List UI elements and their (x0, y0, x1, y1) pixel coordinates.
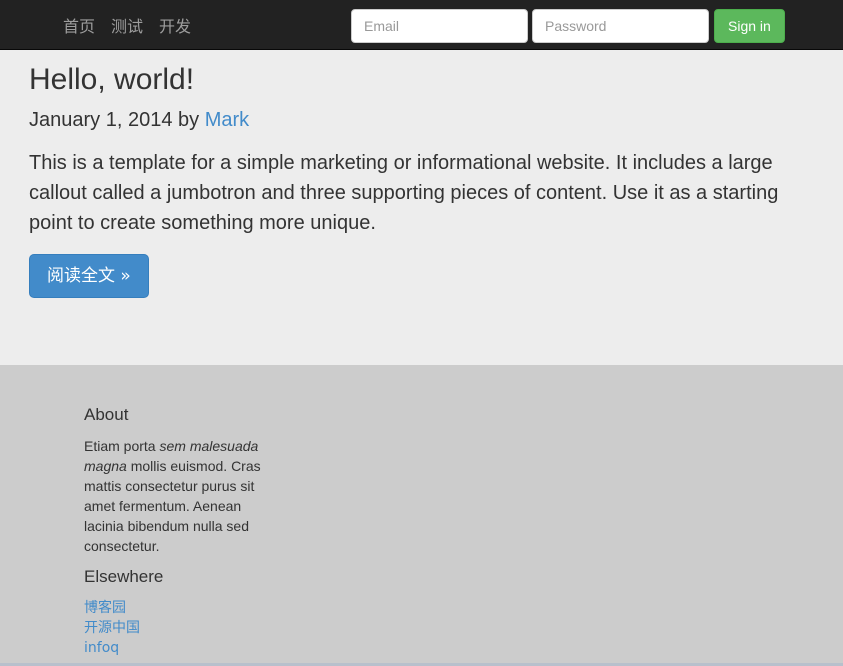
nav-link-home[interactable]: 首页 (63, 13, 95, 37)
nav-link-test[interactable]: 测试 (111, 13, 143, 37)
jumbotron: Hello, world! January 1, 2014 by Mark Th… (0, 50, 843, 365)
list-item: 博客园 (84, 598, 264, 618)
link-cnblogs[interactable]: 博客园 (84, 600, 126, 616)
post-meta: January 1, 2014 by Mark (29, 108, 829, 132)
nav-link-dev[interactable]: 开发 (159, 13, 191, 37)
about-text-start: Etiam porta (84, 438, 160, 454)
about-text: Etiam porta sem malesuada magna mollis e… (84, 436, 264, 556)
footer: About Etiam porta sem malesuada magna mo… (0, 365, 843, 666)
email-field[interactable] (351, 9, 528, 43)
top-navbar: 首页 测试 开发 Sign in (0, 0, 843, 50)
post-date: January 1, 2014 by (29, 109, 205, 131)
signin-form: Sign in (351, 9, 785, 43)
jumbotron-content: Hello, world! January 1, 2014 by Mark Th… (29, 50, 829, 298)
list-item: 开源中国 (84, 618, 264, 638)
list-item: infoq (84, 638, 264, 658)
lead-paragraph: This is a template for a simple marketin… (29, 152, 779, 234)
read-more-button[interactable]: 阅读全文 » (29, 254, 149, 298)
author-link[interactable]: Mark (205, 109, 249, 131)
page-title: Hello, world! (29, 63, 195, 96)
link-oschina[interactable]: 开源中国 (84, 620, 140, 636)
nav-links: 首页 测试 开发 (63, 0, 207, 50)
about-heading: About (84, 405, 129, 424)
signin-button[interactable]: Sign in (714, 9, 785, 43)
elsewhere-heading: Elsewhere (84, 567, 164, 586)
link-infoq[interactable]: infoq (84, 640, 119, 656)
elsewhere-links: 博客园 开源中国 infoq (84, 598, 264, 658)
footer-sidebar: About Etiam porta sem malesuada magna mo… (84, 365, 264, 658)
password-field[interactable] (532, 9, 709, 43)
